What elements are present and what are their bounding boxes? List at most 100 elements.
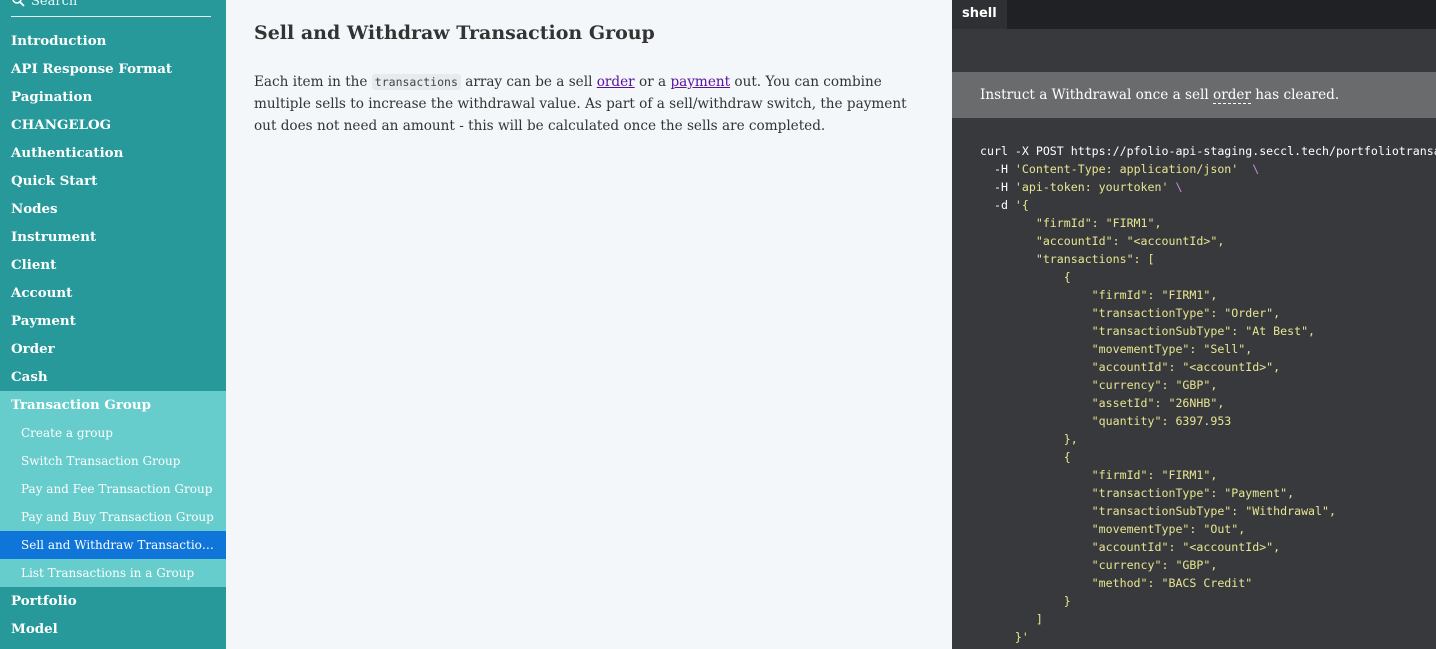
code-token-plain: -d xyxy=(980,198,1015,212)
sidebar-item-order[interactable]: Order xyxy=(0,335,226,363)
code-token-str: "transactionType": "Payment", xyxy=(980,486,1295,500)
code-token-str: }' xyxy=(980,630,1029,644)
sidebar-subitem-pay-and-buy[interactable]: Pay and Buy Transaction Group xyxy=(0,503,226,531)
code-line: "assetId": "26NHB", xyxy=(980,396,1225,410)
code-line: -H 'api-token: yourtoken' \ xyxy=(980,180,1182,194)
code-token-str: 'Content-Type: application/json' xyxy=(1014,162,1239,176)
code-token-str: '{ xyxy=(1014,198,1029,212)
sidebar-item-pagination[interactable]: Pagination xyxy=(0,83,226,111)
code-line: }, xyxy=(980,432,1078,446)
code-line: "firmId": "FIRM1", xyxy=(980,468,1218,482)
code-token-str: "currency": "GBP", xyxy=(980,558,1218,572)
code-line: "transactionType": "Order", xyxy=(980,306,1280,320)
code-line: -H 'Content-Type: application/json' \ xyxy=(980,162,1259,176)
sidebar-subitem-list-transactions[interactable]: List Transactions in a Group xyxy=(0,559,226,587)
sidebar-subitem-create-a-group[interactable]: Create a group xyxy=(0,419,226,447)
sidebar: Introduction API Response Format Paginat… xyxy=(0,0,226,649)
payment-link[interactable]: payment xyxy=(670,74,730,90)
sidebar-item-portfolio[interactable]: Portfolio xyxy=(0,587,226,615)
code-line: "accountId": "<accountId>", xyxy=(980,540,1280,554)
code-line: "transactionType": "Payment", xyxy=(980,486,1294,500)
code-line: { xyxy=(980,450,1071,464)
code-line: ] xyxy=(980,612,1043,626)
sidebar-subitem-sell-and-withdraw[interactable]: Sell and Withdraw Transaction ... xyxy=(0,531,226,559)
code-sample: curl -X POST https://pfolio-api-staging.… xyxy=(980,142,1436,646)
code-description-text: Instruct a Withdrawal once a sell xyxy=(980,87,1214,103)
sidebar-item-model[interactable]: Model xyxy=(0,615,226,643)
code-panel: shell Instruct a Withdrawal once a sell … xyxy=(952,0,1436,649)
code-token-str: "accountId": "<accountId>", xyxy=(980,360,1281,374)
code-line: "currency": "GBP", xyxy=(980,558,1218,572)
code-line: "transactionSubType": "At Best", xyxy=(980,324,1315,338)
sidebar-item-transaction-group[interactable]: Transaction Group xyxy=(0,391,226,419)
sidebar-item-changelog[interactable]: CHANGELOG xyxy=(0,111,226,139)
sidebar-subitem-pay-and-fee[interactable]: Pay and Fee Transaction Group xyxy=(0,475,226,503)
code-token-str: "method": "BACS Credit" xyxy=(980,576,1253,590)
sidebar-item-instrument[interactable]: Instrument xyxy=(0,223,226,251)
code-token-plain: curl -X POST https://pfolio-api-staging.… xyxy=(980,144,1436,158)
sidebar-item-quick-start[interactable]: Quick Start xyxy=(0,167,226,195)
sidebar-item-nodes[interactable]: Nodes xyxy=(0,195,226,223)
code-line: }' xyxy=(980,630,1029,644)
sidebar-item-account[interactable]: Account xyxy=(0,279,226,307)
code-token-esc: \ xyxy=(1238,162,1260,176)
intro-text: Each item in the xyxy=(254,74,372,90)
code-line: "firmId": "FIRM1", xyxy=(980,288,1218,302)
intro-paragraph: Each item in the transactions array can … xyxy=(254,71,924,137)
code-token-str: "transactions": [ xyxy=(980,252,1155,266)
code-token-str: "firmId": "FIRM1", xyxy=(980,468,1218,482)
code-token-str: "firmId": "FIRM1", xyxy=(980,288,1218,302)
sidebar-item-api-response-format[interactable]: API Response Format xyxy=(0,55,226,83)
code-line: "quantity": 6397.953 xyxy=(980,414,1232,428)
code-line: curl -X POST https://pfolio-api-staging.… xyxy=(980,144,1436,158)
sidebar-item-authentication[interactable]: Authentication xyxy=(0,139,226,167)
code-line: "transactionSubType": "Withdrawal", xyxy=(980,504,1336,518)
code-line: } xyxy=(980,594,1071,608)
code-token-str: ] xyxy=(980,612,1043,626)
order-link[interactable]: order xyxy=(597,74,635,90)
code-token-str: "accountId": "<accountId>", xyxy=(980,540,1281,554)
code-token-str: "accountId": "<accountId>", xyxy=(980,234,1225,248)
inline-code: transactions xyxy=(371,74,461,90)
sidebar-item-client[interactable]: Client xyxy=(0,251,226,279)
code-token-str: "transactionSubType": "At Best", xyxy=(980,324,1316,338)
sidebar-subitem-switch-transaction-group[interactable]: Switch Transaction Group xyxy=(0,447,226,475)
code-token-plain: -H xyxy=(980,180,1015,194)
code-line: "accountId": "<accountId>", xyxy=(980,360,1280,374)
tab-shell[interactable]: shell xyxy=(952,0,1007,29)
code-token-str: { xyxy=(980,270,1071,284)
sidebar-item-cash[interactable]: Cash xyxy=(0,363,226,391)
intro-text: or a xyxy=(634,74,671,90)
language-tabs: shell xyxy=(952,0,1436,29)
code-token-str: "movementType": "Out", xyxy=(980,522,1246,536)
code-token-str: "quantity": 6397.953 xyxy=(980,414,1232,428)
code-token-esc: \ xyxy=(1168,180,1183,194)
search-icon xyxy=(12,0,25,7)
search-box[interactable] xyxy=(11,0,211,17)
sidebar-item-payment[interactable]: Payment xyxy=(0,307,226,335)
table-of-contents: Introduction API Response Format Paginat… xyxy=(0,27,226,643)
code-line: "currency": "GBP", xyxy=(980,378,1218,392)
sidebar-item-introduction[interactable]: Introduction xyxy=(0,27,226,55)
code-line: "firmId": "FIRM1", xyxy=(980,216,1162,230)
search-input[interactable] xyxy=(31,0,206,10)
code-line: "accountId": "<accountId>", xyxy=(980,234,1224,248)
transaction-group-sublist: Create a group Switch Transaction Group … xyxy=(0,419,226,587)
code-token-str: "assetId": "26NHB", xyxy=(980,396,1225,410)
sidebar-subsection: Create a group Switch Transaction Group … xyxy=(0,419,226,587)
code-token-str: } xyxy=(980,594,1071,608)
code-token-str: "movementType": "Sell", xyxy=(980,342,1253,356)
code-token-str: }, xyxy=(980,432,1078,446)
code-line: "movementType": "Out", xyxy=(980,522,1246,536)
code-line: -d '{ xyxy=(980,198,1029,212)
page-title: Sell and Withdraw Transaction Group xyxy=(254,22,655,44)
code-token-plain: -H xyxy=(980,162,1015,176)
code-token-str: "transactionType": "Order", xyxy=(980,306,1281,320)
code-line: "movementType": "Sell", xyxy=(980,342,1253,356)
main-content: Sell and Withdraw Transaction Group Each… xyxy=(226,0,952,649)
code-line: { xyxy=(980,270,1071,284)
code-token-str: "transactionSubType": "Withdrawal", xyxy=(980,504,1336,518)
code-line: "method": "BACS Credit" xyxy=(980,576,1253,590)
code-description-text: has cleared. xyxy=(1250,87,1340,103)
code-line: "transactions": [ xyxy=(980,252,1155,266)
